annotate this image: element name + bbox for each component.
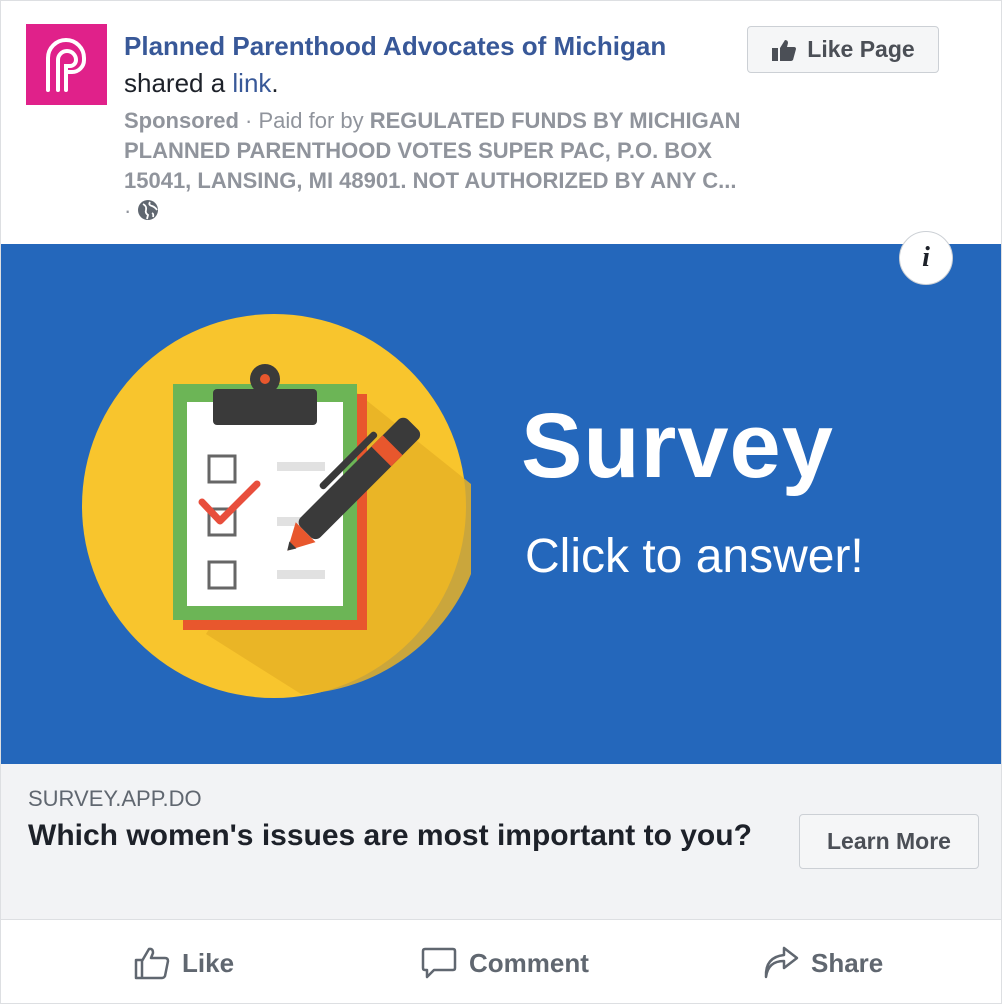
clip-hole: [260, 374, 270, 384]
paid-for-by-label: Paid for by: [258, 108, 370, 133]
globe-icon[interactable]: [137, 199, 159, 221]
post-actions-bar: Like Comment Share: [1, 921, 1001, 1003]
clip-bar: [213, 389, 317, 425]
shared-text: shared a: [124, 68, 233, 98]
comment-bubble-icon: [421, 947, 457, 979]
thumbs-up-icon: [772, 39, 797, 61]
sponsored-post-card: Planned Parenthood Advocates of Michigan…: [0, 0, 1002, 1004]
info-icon: i: [922, 242, 930, 273]
link-domain: SURVEY.APP.DO: [28, 786, 202, 811]
share-label: Share: [811, 947, 884, 978]
share-action-button[interactable]: Share: [763, 943, 883, 983]
link-preview[interactable]: SURVEY.APP.DO Which women's issues are m…: [1, 764, 1001, 920]
separator: ·: [238, 108, 259, 133]
learn-more-button[interactable]: Learn More: [799, 814, 979, 869]
like-page-button[interactable]: Like Page: [747, 26, 939, 73]
post-header-line: Planned Parenthood Advocates of Michigan…: [124, 28, 724, 102]
separator: ·: [124, 198, 138, 223]
link-headline[interactable]: Which women's issues are most important …: [28, 816, 768, 856]
planned-parenthood-logo-icon: [26, 24, 107, 105]
link-word[interactable]: link: [232, 68, 271, 98]
survey-subtitle: Click to answer!: [525, 530, 864, 583]
like-page-label: Like Page: [807, 36, 915, 62]
sponsored-label[interactable]: Sponsored: [124, 108, 239, 133]
text-line-1: [277, 462, 325, 471]
ad-info-button[interactable]: i: [899, 231, 953, 285]
thumbs-up-outline-icon: [134, 947, 170, 980]
page-name-link[interactable]: Planned Parenthood Advocates of Michigan: [124, 31, 666, 61]
share-arrow-icon: [764, 946, 799, 979]
clipboard-illustration: [82, 314, 471, 698]
sponsored-disclaimer: Sponsored · Paid for by REGULATED FUNDS …: [124, 106, 744, 226]
comment-action-button[interactable]: Comment: [421, 943, 589, 983]
period: .: [271, 68, 279, 98]
page-avatar[interactable]: [26, 24, 107, 105]
comment-label: Comment: [469, 947, 589, 978]
ad-creative-image[interactable]: Survey Click to answer!: [1, 244, 1001, 764]
like-action-button[interactable]: Like: [134, 943, 234, 983]
like-label: Like: [182, 947, 235, 978]
survey-title: Survey: [521, 395, 834, 497]
text-line-3: [277, 570, 325, 579]
